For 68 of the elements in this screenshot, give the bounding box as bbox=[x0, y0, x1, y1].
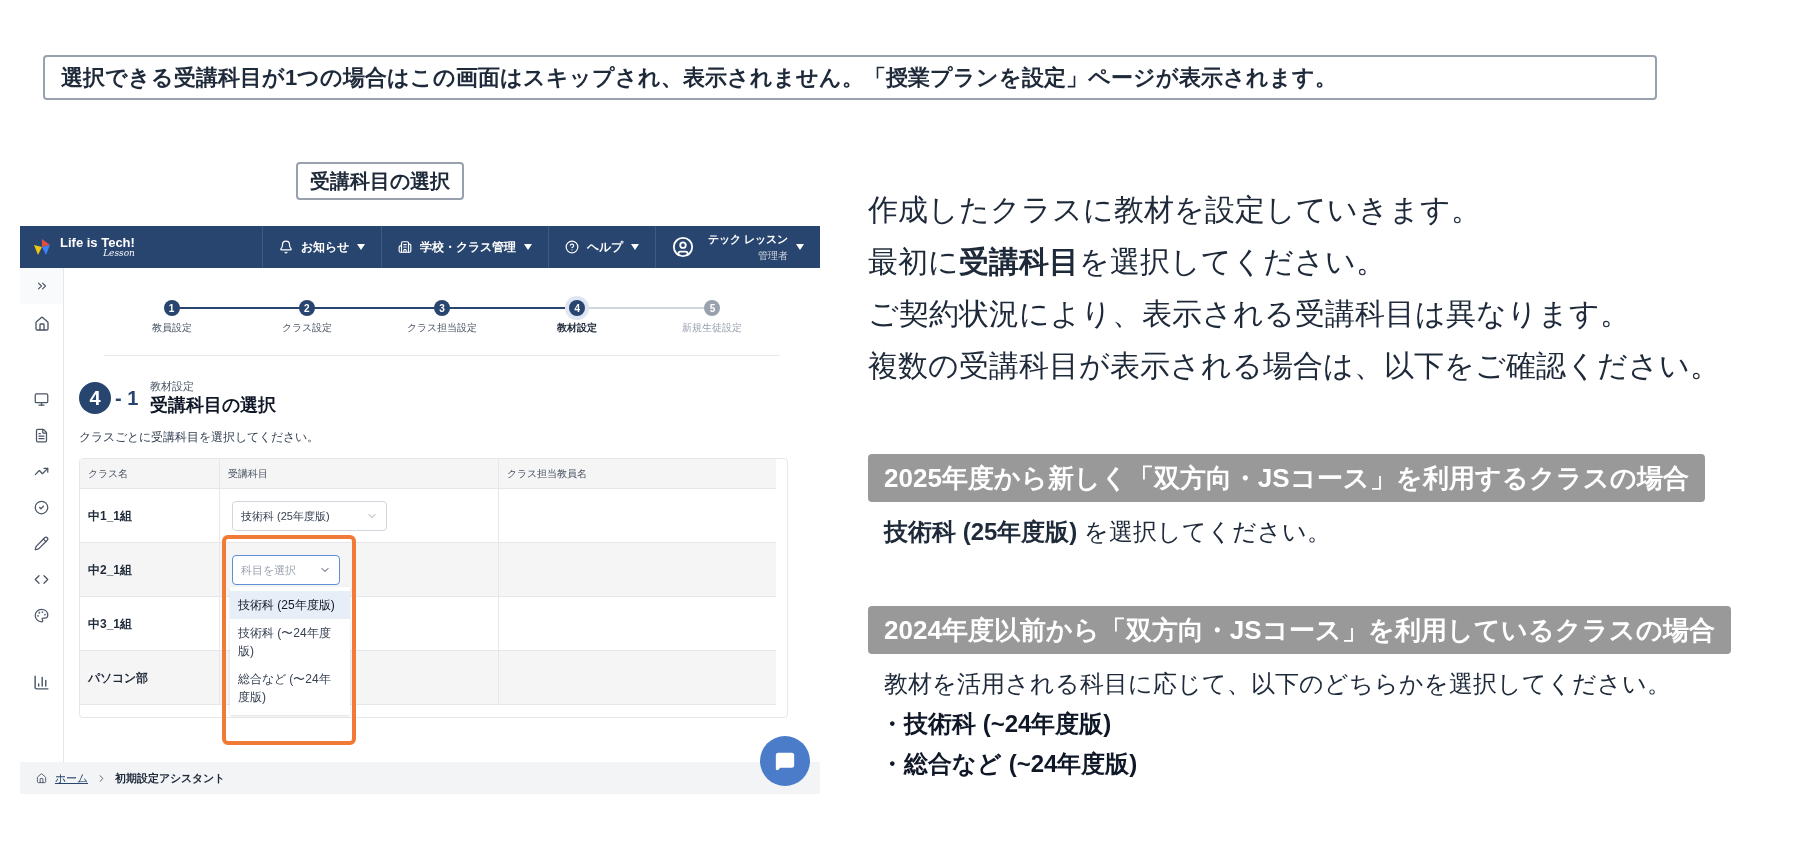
check-circle-icon[interactable] bbox=[34, 500, 49, 515]
intro-line: 複数の受講科目が表示される場合は、以下をご確認ください。 bbox=[868, 348, 1721, 384]
step-number: 1 bbox=[163, 300, 180, 316]
class-name: 中2_1組 bbox=[87, 561, 134, 579]
intro-line: 作成したクラスに教材を設定していきます。 bbox=[868, 192, 1482, 228]
pencil-icon[interactable] bbox=[34, 536, 49, 551]
palette-icon[interactable] bbox=[34, 608, 49, 623]
notice-banner: 選択できる受講科目が1つの場合はこの画面はスキップされ、表示されません。「授業プランを設定」ページが表示されます。 bbox=[43, 55, 1657, 100]
intro-line: ご契約状況により、表示される受講科目は異なります。 bbox=[868, 296, 1631, 332]
logo-subtitle: Lesson bbox=[103, 249, 135, 258]
column-header: 受講科目 bbox=[219, 459, 498, 489]
step-label: 教材設定 bbox=[557, 321, 598, 335]
monitor-icon[interactable] bbox=[34, 392, 49, 407]
case-option: ・総合など (~24年度版) bbox=[880, 746, 1138, 782]
caret-icon bbox=[796, 244, 804, 250]
step-label: 新規生徒設定 bbox=[682, 321, 743, 335]
dropdown-option[interactable]: 技術科 (25年度版) bbox=[230, 591, 350, 620]
step-label: クラス設定 bbox=[281, 321, 332, 335]
breadcrumb-link[interactable]: ホーム bbox=[55, 769, 88, 787]
user-role: 管理者 bbox=[758, 248, 788, 263]
class-name: 中3_1組 bbox=[87, 615, 134, 633]
intro-line: 最初に受講科目を選択してください。 bbox=[868, 244, 1387, 280]
section-suffix: - 1 bbox=[115, 386, 139, 412]
section-number: 4 bbox=[79, 382, 111, 415]
step-label: クラス担当設定 bbox=[407, 321, 477, 335]
user-name: テック レッスン bbox=[707, 232, 788, 248]
home-icon bbox=[36, 772, 47, 784]
dropdown-option[interactable]: 技術科 (〜24年度版) bbox=[230, 619, 350, 666]
breadcrumb-current: 初期設定アシスタント bbox=[115, 770, 225, 786]
caret-icon bbox=[631, 244, 639, 250]
step-number: 5 bbox=[704, 300, 721, 316]
code-icon[interactable] bbox=[34, 572, 49, 587]
case-body: 教材を活用される科目に応じて、以下のどちらかを選択してください。 bbox=[884, 669, 1671, 699]
case-heading: 2024年度以前から「双方向・JSコース」を利用しているクラスの場合 bbox=[868, 606, 1731, 654]
column-header: クラス担当教員名 bbox=[498, 459, 776, 489]
class-name: パソコン部 bbox=[87, 669, 149, 687]
caret-icon bbox=[524, 244, 532, 250]
step-number: 3 bbox=[434, 300, 450, 316]
step-number: 4 bbox=[569, 300, 586, 316]
user-menu[interactable]: テック レッスン 管理者 bbox=[655, 226, 820, 268]
dropdown-option[interactable]: 総合など (〜24年度版) bbox=[230, 665, 350, 712]
case-heading: 2025年度から新しく「双方向・JSコース」を利用するクラスの場合 bbox=[868, 454, 1705, 502]
step-number: 2 bbox=[298, 300, 315, 316]
column-header: クラス名 bbox=[87, 467, 129, 482]
nav-menu[interactable]: 学校・クラス管理 bbox=[381, 226, 548, 268]
caret-icon bbox=[357, 244, 365, 250]
logo-title: Life is Tech! bbox=[60, 236, 135, 249]
building-icon bbox=[398, 240, 412, 254]
chat-button[interactable] bbox=[760, 736, 810, 786]
document-icon[interactable] bbox=[34, 428, 49, 443]
class-name: 中1_1組 bbox=[87, 507, 134, 525]
screenshot-caption: 受講科目の選択 bbox=[296, 162, 464, 200]
subject-select[interactable]: 技術科 (25年度版) bbox=[232, 500, 387, 531]
section-description: クラスごとに受講科目を選択してください。 bbox=[79, 429, 320, 447]
case-option: ・技術科 (~24年度版) bbox=[880, 706, 1112, 742]
section-title: 受講科目の選択 bbox=[150, 393, 277, 417]
nav-menu[interactable]: ヘルプ bbox=[548, 226, 655, 268]
case-body: 技術科 (25年度版) を選択してください。 bbox=[884, 517, 1332, 547]
nav-menu[interactable]: お知らせ bbox=[262, 226, 381, 268]
chat-icon bbox=[775, 751, 795, 771]
avatar-icon bbox=[672, 236, 694, 258]
help-icon bbox=[565, 240, 579, 254]
step-label: 教員設定 bbox=[151, 321, 192, 335]
chart-icon[interactable] bbox=[33, 674, 50, 691]
home-icon[interactable] bbox=[33, 316, 50, 332]
section-category: 教材設定 bbox=[150, 380, 196, 394]
bell-icon bbox=[279, 240, 293, 254]
logo-icon bbox=[32, 237, 52, 257]
